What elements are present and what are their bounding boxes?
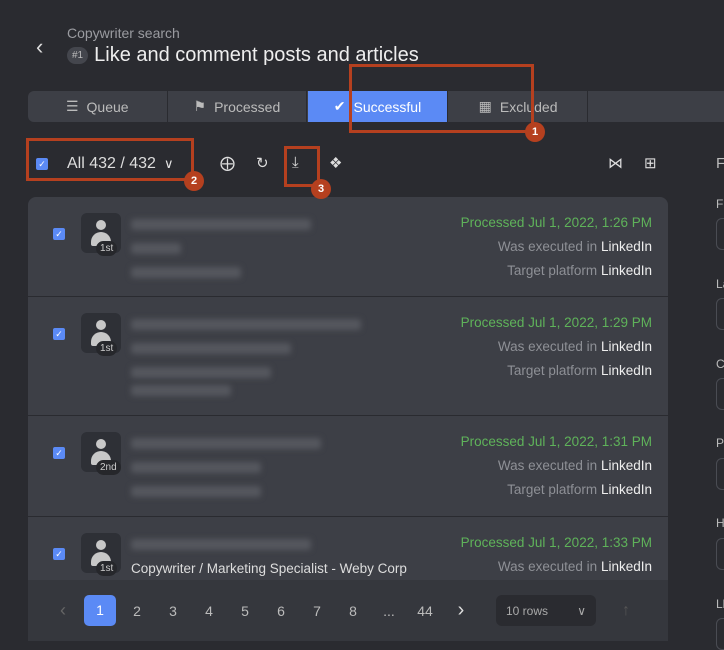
chevron-down-icon: ∨ [577,603,586,618]
id-badge: #1 [67,47,89,64]
page-2[interactable]: 2 [122,603,152,619]
tab-processed[interactable]: ⚑ Processed [168,91,308,122]
tag-icon[interactable]: ❖ [329,154,342,172]
list-item[interactable]: ✓ 1st Processed Jul 1, 2022, 1:29 PM Was … [28,297,668,416]
blurred-name [131,539,311,550]
flag-icon: ⚑ [193,98,207,114]
annotation-number-3: 3 [311,179,331,199]
field-input[interactable] [716,458,724,490]
list-item[interactable]: ✓ 1st Copywriter / Marketing Specialist … [28,517,668,580]
page-6[interactable]: 6 [266,603,296,619]
row-checkbox[interactable]: ✓ [53,548,65,560]
blurred-title [131,462,261,473]
scroll-top-icon[interactable]: ↑ [622,602,630,620]
field-label: Ll [716,597,724,611]
queue-icon: ☰ [65,98,79,114]
processed-date: Processed Jul 1, 2022, 1:33 PM [460,535,652,550]
page-ellipsis: ... [383,602,395,619]
job-title: Copywriter / Marketing Specialist - Weby… [131,561,407,576]
field-label: H [716,516,724,530]
field-input[interactable] [716,378,724,410]
add-icon[interactable]: ⨁ [220,154,235,172]
field-label: La [716,277,724,291]
page-7[interactable]: 7 [302,603,332,619]
page-1[interactable]: 1 [84,595,116,626]
blurred-company [131,367,271,378]
annotation-box-2 [26,138,194,181]
blurred-title [131,343,291,354]
blurred-name [131,438,321,449]
field-input[interactable] [716,538,724,570]
list-item[interactable]: ✓ 1st Processed Jul 1, 2022, 1:26 PM Was … [28,197,668,297]
refresh-icon[interactable]: ↻ [256,154,269,172]
row-checkbox[interactable]: ✓ [53,447,65,459]
row-checkbox[interactable]: ✓ [53,228,65,240]
field-label: C [716,357,724,371]
results-list: ✓ 1st Processed Jul 1, 2022, 1:26 PM Was … [28,197,668,580]
degree-badge: 1st [96,241,118,256]
blurred-company [131,267,241,278]
page-44[interactable]: 44 [410,603,440,619]
back-button[interactable]: ‹ [36,34,43,60]
degree-badge: 1st [96,561,118,576]
panel-heading: F [716,155,724,172]
processed-date: Processed Jul 1, 2022, 1:31 PM [460,434,652,449]
annotation-box-1 [349,64,534,133]
processed-date: Processed Jul 1, 2022, 1:26 PM [460,215,652,230]
prev-page-button[interactable]: ‹ [48,600,78,621]
degree-badge: 1st [96,341,118,356]
pagination: ‹ 1 2 3 4 5 6 7 8 ... 44 › 10 rows ∨ ↑ [28,580,668,641]
page-8[interactable]: 8 [338,603,368,619]
blurred-company [131,486,261,497]
grid-icon[interactable]: ⊞ [644,154,657,172]
page-3[interactable]: 3 [158,603,188,619]
blurred-name [131,219,311,230]
breadcrumb: Copywriter search [67,25,180,41]
field-input[interactable] [716,218,724,250]
field-input[interactable] [716,618,724,650]
rows-per-page-select[interactable]: 10 rows ∨ [496,595,596,626]
annotation-number-2: 2 [184,171,204,191]
row-checkbox[interactable]: ✓ [53,328,65,340]
field-label: F [716,197,724,211]
page-5[interactable]: 5 [230,603,260,619]
check-icon: ✔ [333,98,346,114]
field-label: P [716,436,724,450]
processed-date: Processed Jul 1, 2022, 1:29 PM [460,315,652,330]
field-input[interactable] [716,298,724,330]
tab-queue[interactable]: ☰ Queue [28,91,168,122]
blurred-name [131,319,361,330]
page-4[interactable]: 4 [194,603,224,619]
annotation-number-1: 1 [525,122,545,142]
next-page-button[interactable]: › [446,599,476,622]
list-item[interactable]: ✓ 2nd Processed Jul 1, 2022, 1:31 PM Was … [28,416,668,517]
tab-more[interactable] [588,91,724,122]
hide-icon[interactable]: ⋈ [608,154,623,172]
blurred-company [131,385,231,396]
blurred-title [131,243,181,254]
degree-badge: 2nd [96,460,121,475]
